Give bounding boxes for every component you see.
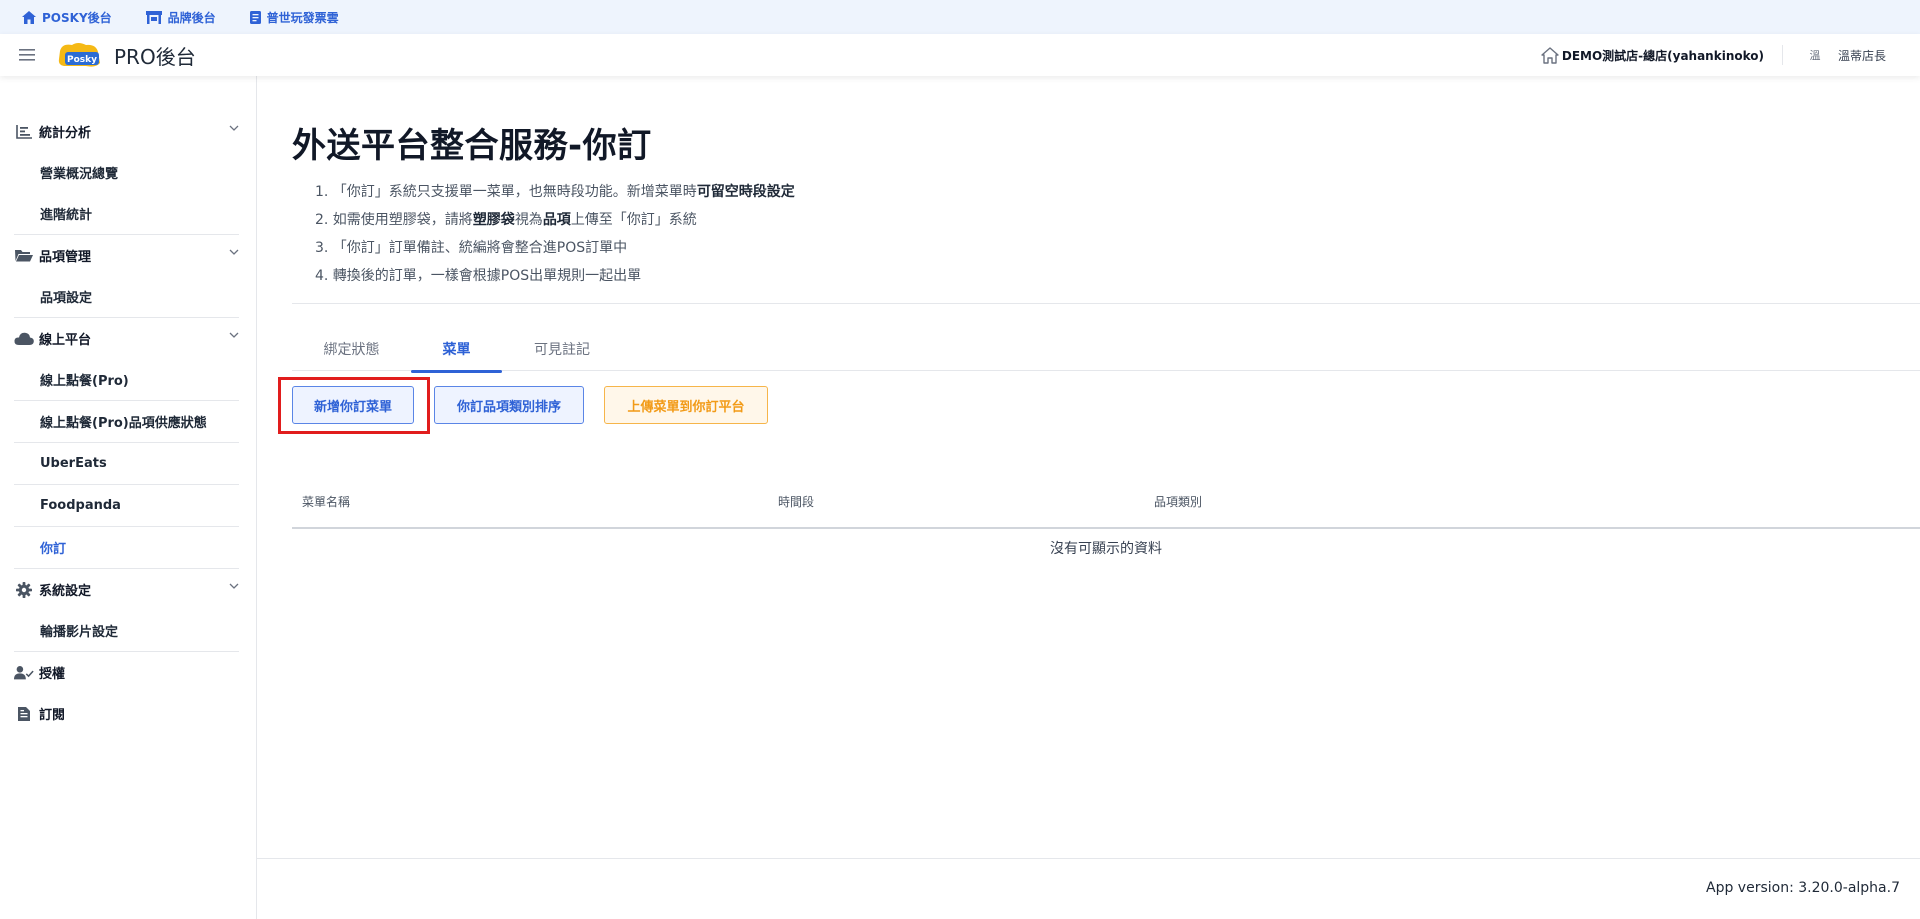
posky-backend-label: POSKY後台 xyxy=(42,10,112,25)
page-title: 外送平台整合服務-你訂 xyxy=(292,126,652,166)
chevron-down-icon xyxy=(229,249,239,255)
app-header: Posky PRO後台 DEMO測試店-總店(yahankinoko) 溫 溫蒂… xyxy=(0,34,1920,76)
sidebar-group-label: 統計分析 xyxy=(39,126,92,141)
sidebar-item-product-settings[interactable]: 品項設定 xyxy=(14,276,239,317)
sidebar-item-online-order-pro[interactable]: 線上點餐(Pro) xyxy=(14,359,239,400)
sidebar-group-label: 系統設定 xyxy=(39,584,92,599)
sidebar-item-nidin[interactable]: 你訂 xyxy=(14,527,239,568)
gear-icon xyxy=(14,580,34,600)
sidebar-item-online-order-supply[interactable]: 線上點餐(Pro)品項供應狀態 xyxy=(14,401,239,442)
brand-backend-label: 品牌後台 xyxy=(167,10,216,25)
note-bold: 可留空時段設定 xyxy=(696,184,795,200)
invoice-cloud-link[interactable]: 普世玩發票雲 xyxy=(249,9,339,26)
note-text: 上傳至「你訂」系統 xyxy=(570,212,697,228)
note-bold: 品項 xyxy=(542,212,571,228)
shop-home-icon xyxy=(1541,46,1559,64)
sidebar-group-products[interactable]: 品項管理 xyxy=(14,235,239,276)
footer: App version: 3.20.0-alpha.7 xyxy=(257,858,1920,919)
note-text: 4. 轉換後的訂單，一樣會根據POS出單規則一起出單 xyxy=(315,268,642,284)
main-content: 外送平台整合服務-你訂 1. 「你訂」系統只支援單一菜單，也無時段功能。新增菜單… xyxy=(257,76,1920,919)
invoice-cloud-label: 普世玩發票雲 xyxy=(266,10,339,25)
user-avatar: 溫 xyxy=(1809,49,1821,62)
add-menu-button[interactable]: 新增你訂菜單 xyxy=(292,386,414,424)
sidebar-group-label: 線上平台 xyxy=(39,333,92,348)
chevron-down-icon xyxy=(229,583,239,589)
app-title: PRO後台 xyxy=(114,44,196,69)
sidebar-item-foodpanda[interactable]: Foodpanda xyxy=(14,485,239,526)
sidebar-group-analytics[interactable]: 統計分析 xyxy=(14,111,239,152)
notes-list: 1. 「你訂」系統只支援單一菜單，也無時段功能。新增菜單時可留空時段設定 2. … xyxy=(315,178,795,290)
store-selector[interactable]: DEMO測試店-總店(yahankinoko) xyxy=(1541,34,1764,76)
tab-menu[interactable]: 菜單 xyxy=(411,326,502,373)
note-text: 視為 xyxy=(514,212,543,228)
app-version: App version: 3.20.0-alpha.7 xyxy=(1706,880,1900,896)
sidebar-item-carousel-video[interactable]: 輪播影片設定 xyxy=(14,610,239,651)
folder-icon xyxy=(14,246,34,266)
note-item: 3. 「你訂」訂單備註、統編將會整合進POS訂單中 xyxy=(315,234,795,262)
document-icon xyxy=(249,10,261,24)
sidebar-group-label: 品項管理 xyxy=(39,250,92,265)
top-link-bar: POSKY後台 品牌後台 普世玩發票雲 xyxy=(0,0,1920,34)
sidebar-item-ubereats[interactable]: UberEats xyxy=(14,443,239,484)
user-name: 溫蒂店長 xyxy=(1837,48,1886,63)
posky-logo: Posky xyxy=(56,41,102,69)
table-header: 菜單名稱 時間段 品項類別 xyxy=(292,476,1920,529)
column-menu-name[interactable]: 菜單名稱 xyxy=(302,476,350,529)
store-icon xyxy=(145,10,162,24)
sidebar-item-overview[interactable]: 營業概況總覽 xyxy=(14,152,239,193)
sidebar-group-subscription[interactable]: 訂閱 xyxy=(14,693,239,734)
note-item: 4. 轉換後的訂單，一樣會根據POS出單規則一起出單 xyxy=(315,262,795,290)
sidebar-group-label: 授權 xyxy=(39,667,66,682)
column-category[interactable]: 品項類別 xyxy=(1154,476,1202,529)
brand-backend-link[interactable]: 品牌後台 xyxy=(145,9,216,26)
sidebar: 統計分析 營業概況總覽 進階統計 品項管理 品項設定 線上平台 線上點餐(Pro… xyxy=(0,76,257,919)
note-bold: 塑膠袋 xyxy=(472,212,515,228)
chart-icon xyxy=(14,122,34,142)
sort-categories-button[interactable]: 你訂品項類別排序 xyxy=(434,386,584,424)
sidebar-group-authorization[interactable]: 授權 xyxy=(14,652,239,693)
note-item: 2. 如需使用塑膠袋，請將塑膠袋視為品項上傳至「你訂」系統 xyxy=(315,206,795,234)
store-name: DEMO測試店-總店(yahankinoko) xyxy=(1561,48,1764,63)
empty-table-message: 沒有可顯示的資料 xyxy=(1050,541,1162,557)
user-menu[interactable]: 溫 溫蒂店長 xyxy=(1804,34,1886,76)
hamburger-menu-button[interactable] xyxy=(16,44,38,66)
logo-text: Posky xyxy=(67,55,97,65)
sidebar-item-advanced-stats[interactable]: 進階統計 xyxy=(14,193,239,234)
posky-backend-link[interactable]: POSKY後台 xyxy=(22,9,112,26)
home-icon xyxy=(22,10,36,24)
receipt-icon xyxy=(14,704,34,724)
hamburger-icon xyxy=(19,49,35,61)
column-time-period[interactable]: 時間段 xyxy=(778,476,814,529)
cloud-icon xyxy=(14,329,34,349)
tab-visible-notes[interactable]: 可見註記 xyxy=(502,326,622,371)
header-divider xyxy=(1782,45,1783,65)
note-text: 2. 如需使用塑膠袋，請將 xyxy=(315,212,473,228)
user-check-icon xyxy=(14,663,34,683)
note-text: 1. 「你訂」系統只支援單一菜單，也無時段功能。新增菜單時 xyxy=(315,184,697,200)
note-text: 3. 「你訂」訂單備註、統編將會整合進POS訂單中 xyxy=(315,240,628,256)
sidebar-group-label: 訂閱 xyxy=(39,708,66,723)
section-divider xyxy=(292,303,1920,304)
note-item: 1. 「你訂」系統只支援單一菜單，也無時段功能。新增菜單時可留空時段設定 xyxy=(315,178,795,206)
sidebar-group-online-platform[interactable]: 線上平台 xyxy=(14,318,239,359)
sidebar-group-system-settings[interactable]: 系統設定 xyxy=(14,569,239,610)
chevron-down-icon xyxy=(229,125,239,131)
tab-bar: 綁定狀態 菜單 可見註記 xyxy=(292,326,1920,373)
upload-menu-button[interactable]: 上傳菜單到你訂平台 xyxy=(604,386,768,424)
chevron-down-icon xyxy=(229,332,239,338)
tab-binding-status[interactable]: 綁定狀態 xyxy=(292,326,411,371)
